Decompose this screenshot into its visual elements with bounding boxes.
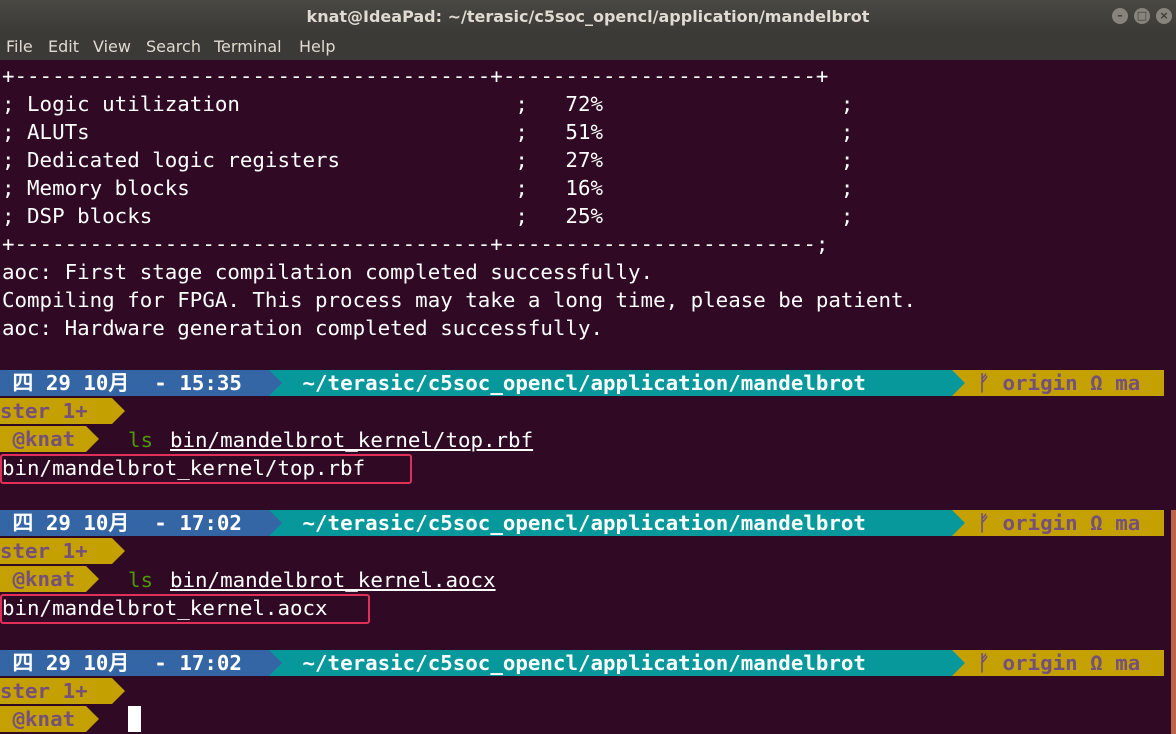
command: ls bbox=[128, 568, 154, 592]
table-row: ; ALUTs ; 51% ; bbox=[2, 120, 854, 144]
prompt-separator bbox=[269, 370, 282, 396]
prompt-datetime: 四 29 10月 - 15:35 bbox=[0, 370, 269, 396]
prompt-git: ᚠ origin Ω ma bbox=[965, 650, 1164, 676]
output-line: Compiling for FPGA. This process may tak… bbox=[2, 288, 917, 312]
title-bar: knat@IdeaPad: ~/terasic/c5soc_opencl/app… bbox=[0, 0, 1176, 33]
menu-help[interactable]: Help bbox=[299, 37, 335, 56]
scrollbar[interactable] bbox=[1171, 510, 1176, 734]
table-row: ; Memory blocks ; 16% ; bbox=[2, 176, 854, 200]
prompt-path: ~/terasic/c5soc_opencl/application/mande… bbox=[282, 510, 952, 536]
prompt-path: ~/terasic/c5soc_opencl/application/mande… bbox=[282, 650, 952, 676]
prompt-user: @knat bbox=[0, 566, 88, 592]
highlight-box bbox=[0, 594, 370, 624]
prompt-separator bbox=[952, 370, 965, 396]
close-icon[interactable]: × bbox=[1156, 8, 1172, 24]
menu-file[interactable]: File bbox=[6, 37, 33, 56]
terminal-area[interactable]: +--------------------------------------+… bbox=[0, 60, 1176, 734]
prompt-separator bbox=[86, 426, 99, 452]
prompt-datetime: 四 29 10月 - 17:02 bbox=[0, 650, 269, 676]
prompt-branch: ster 1+ bbox=[0, 398, 112, 424]
prompt-branch: ster 1+ bbox=[0, 678, 112, 704]
command: ls bbox=[128, 428, 154, 452]
prompt-separator bbox=[112, 538, 125, 564]
output-line: aoc: First stage compilation completed s… bbox=[2, 260, 654, 284]
prompt-separator bbox=[952, 510, 965, 536]
prompt-separator bbox=[952, 650, 965, 676]
window-title: knat@IdeaPad: ~/terasic/c5soc_opencl/app… bbox=[306, 7, 870, 26]
menu-edit[interactable]: Edit bbox=[48, 37, 79, 56]
text-cursor bbox=[128, 706, 141, 732]
table-row: ; Logic utilization ; 72% ; bbox=[2, 92, 854, 116]
prompt-user: @knat bbox=[0, 706, 88, 732]
menu-view[interactable]: View bbox=[93, 37, 131, 56]
prompt-separator bbox=[112, 678, 125, 704]
command-argument: bin/mandelbrot_kernel/top.rbf bbox=[170, 428, 534, 452]
menu-search[interactable]: Search bbox=[146, 37, 201, 56]
table-border: +--------------------------------------+… bbox=[2, 232, 829, 256]
minimize-icon[interactable]: – bbox=[1112, 8, 1128, 24]
prompt-separator bbox=[269, 510, 282, 536]
prompt-datetime: 四 29 10月 - 17:02 bbox=[0, 510, 269, 536]
prompt-separator bbox=[86, 566, 99, 592]
table-row: ; Dedicated logic registers ; 27% ; bbox=[2, 148, 854, 172]
menu-bar: File Edit View Search Terminal Help bbox=[0, 33, 1176, 60]
prompt-user: @knat bbox=[0, 426, 88, 452]
prompt-separator bbox=[269, 650, 282, 676]
table-border: +--------------------------------------+… bbox=[2, 64, 829, 88]
command-argument: bin/mandelbrot_kernel.aocx bbox=[170, 568, 496, 592]
prompt-separator bbox=[112, 398, 125, 424]
prompt-git: ᚠ origin Ω ma bbox=[965, 510, 1164, 536]
table-row: ; DSP blocks ; 25% ; bbox=[2, 204, 854, 228]
highlight-box bbox=[0, 454, 412, 484]
prompt-path: ~/terasic/c5soc_opencl/application/mande… bbox=[282, 370, 952, 396]
prompt-git: ᚠ origin Ω ma bbox=[965, 370, 1164, 396]
prompt-branch: ster 1+ bbox=[0, 538, 112, 564]
output-line: aoc: Hardware generation completed succe… bbox=[2, 316, 603, 340]
maximize-icon[interactable]: □ bbox=[1134, 8, 1150, 24]
menu-terminal[interactable]: Terminal bbox=[214, 37, 282, 56]
prompt-separator bbox=[86, 706, 99, 732]
